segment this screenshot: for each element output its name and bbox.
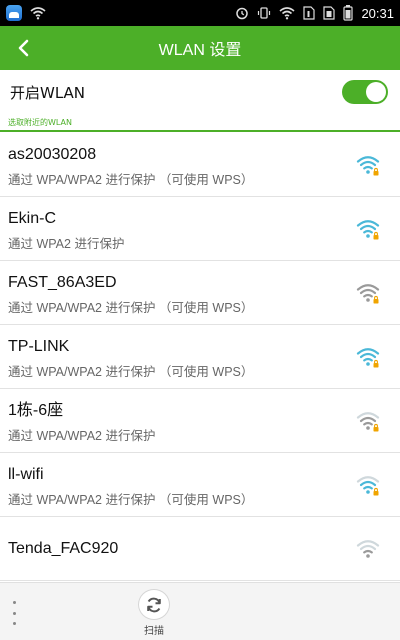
sim2-icon (323, 6, 336, 20)
page-title: WLAN 设置 (158, 42, 242, 59)
network-row[interactable]: ll-wifi 通过 WPA/WPA2 进行保护 （可使用 WPS） (0, 453, 400, 517)
network-text: ll-wifi 通过 WPA/WPA2 进行保护 （可使用 WPS） (8, 465, 390, 508)
section-header-label: 选取附近的WLAN (8, 117, 73, 127)
section-header: 选取附近的WLAN (0, 114, 400, 132)
network-name: ll-wifi (8, 466, 44, 483)
wifi-signal-icon (356, 540, 380, 558)
network-name: Ekin-C (8, 210, 57, 227)
network-name: 1栋-6座 (8, 402, 64, 419)
status-time: 20:31 (361, 5, 394, 21)
network-text: as20030208 通过 WPA/WPA2 进行保护 （可使用 WPS） (8, 145, 390, 188)
wlan-toggle-row[interactable]: 开启WLAN (0, 70, 400, 114)
scan-label: 扫描 (144, 626, 164, 637)
refresh-icon (147, 597, 161, 612)
network-row[interactable]: TP-LINK 通过 WPA/WPA2 进行保护 （可使用 WPS） (0, 325, 400, 389)
vibrate-icon (258, 7, 271, 19)
more-dot (12, 611, 16, 615)
wifi-locked-icon (356, 412, 380, 432)
battery-icon (343, 5, 354, 21)
network-row[interactable]: Ekin-C 通过 WPA2 进行保护 (0, 197, 400, 261)
network-text: Tenda_FAC920 (8, 539, 118, 559)
network-list: as20030208 通过 WPA/WPA2 进行保护 （可使用 WPS） Ekin… (0, 133, 400, 581)
network-row[interactable]: as20030208 通过 WPA/WPA2 进行保护 （可使用 WPS） (0, 133, 400, 197)
more-dot (12, 622, 16, 625)
sim1-icon (303, 6, 316, 20)
app-bar: WLAN 设置 (0, 26, 400, 70)
network-security: 通过 WPA/WPA2 进行保护 （可使用 WPS） (8, 173, 254, 187)
wifi-locked-icon (356, 156, 380, 176)
network-security: 通过 WPA/WPA2 进行保护 （可使用 WPS） (8, 493, 254, 507)
alarm-icon (236, 7, 249, 20)
network-row[interactable]: 1栋-6座通过 WPA/WPA2 进行保护 (0, 389, 400, 453)
toggle-knob (366, 82, 386, 102)
wifi-locked-icon (356, 348, 380, 368)
network-text: Ekin-C 通过 WPA2 进行保护 (8, 209, 390, 252)
network-text: 1栋-6座通过 WPA/WPA2 进行保护 (8, 401, 390, 444)
status-bar-left (6, 5, 46, 21)
network-text: TP-LINK 通过 WPA/WPA2 进行保护 （可使用 WPS） (8, 337, 390, 380)
app-icon (6, 5, 22, 21)
network-name: as20030208 (8, 146, 97, 163)
scan-button[interactable]: 扫描 (135, 589, 173, 637)
network-name: TP-LINK (8, 338, 70, 355)
network-name: FAST_86A3ED (8, 274, 117, 291)
back-arrow-icon (18, 39, 29, 57)
more-options-button[interactable] (8, 601, 20, 625)
network-name: Tenda_FAC920 (8, 539, 119, 557)
network-security: 通过 WPA/WPA2 进行保护 （可使用 WPS） (8, 301, 254, 315)
wlan-toggle-switch[interactable] (342, 80, 388, 104)
network-text: FAST_86A3ED 通过 WPA/WPA2 进行保护 （可使用 WPS） (8, 273, 390, 316)
bottom-bar: 扫描 (0, 582, 400, 640)
status-bar: 20:31 (0, 0, 400, 26)
status-bar-right: 20:31 (235, 5, 394, 21)
wifi-locked-icon (356, 220, 380, 240)
network-security: 通过 WPA/WPA2 进行保护 (8, 429, 156, 443)
wifi-locked-icon (356, 476, 380, 496)
back-button[interactable] (10, 34, 38, 62)
network-security: 通过 WPA2 进行保护 (8, 237, 125, 251)
more-dot (12, 601, 16, 604)
wifi-icon (279, 7, 295, 20)
network-row[interactable]: Tenda_FAC920 (0, 517, 400, 581)
network-row[interactable]: FAST_86A3ED 通过 WPA/WPA2 进行保护 （可使用 WPS） (0, 261, 400, 325)
wlan-toggle-label: 开启WLAN (10, 83, 86, 102)
scan-circle (138, 589, 170, 620)
wifi-locked-icon (356, 284, 380, 304)
network-security: 通过 WPA/WPA2 进行保护 （可使用 WPS） (8, 365, 254, 379)
wifi-icon (30, 7, 46, 20)
